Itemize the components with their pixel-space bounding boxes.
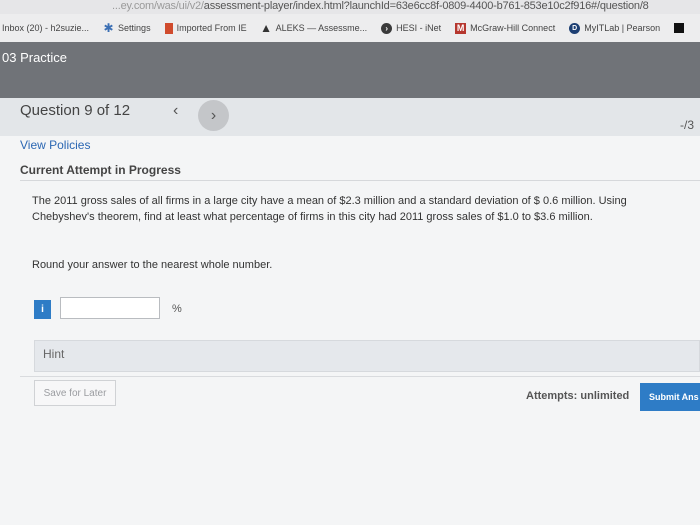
bookmark-label: Imported From IE (176, 23, 247, 33)
answer-input[interactable] (60, 297, 160, 319)
question-number: Question 9 of 12 (20, 102, 131, 119)
bookmark-hesi[interactable]: › HESI - iNet (381, 22, 442, 34)
view-policies-link[interactable]: View Policies (20, 138, 90, 152)
bookmark-inbox[interactable]: Inbox (20) - h2suzie... (2, 23, 89, 33)
bookmark-folder-icon (674, 23, 685, 33)
next-question-button[interactable]: › (198, 100, 229, 131)
aleks-icon: ▲ (260, 21, 273, 35)
question-score: -/3 (679, 118, 694, 132)
assignment-title: 03 Practice (2, 50, 68, 65)
bookmark-mylab[interactable]: D MyITLab | Pearson (569, 22, 661, 34)
hesi-icon: › (381, 22, 393, 34)
bookmark-label: ALEKS — Assessme... (275, 23, 368, 33)
attempts-label: Attempts: unlimited (526, 390, 630, 402)
bookmark-more[interactable] (674, 23, 688, 33)
percent-unit: % (172, 303, 182, 315)
question-text: The 2011 gross sales of all firms in a l… (32, 195, 627, 223)
info-icon[interactable]: i (34, 300, 51, 319)
previous-question-icon[interactable]: ‹ (173, 102, 178, 120)
gear-icon: ✱ (103, 21, 114, 35)
attempt-status: Current Attempt in Progress (20, 163, 181, 177)
divider (20, 180, 700, 181)
bookmark-label: MyITLab | Pearson (584, 23, 661, 33)
bookmarks-bar: Inbox (20) - h2suzie... ✱ Settings Impor… (0, 14, 700, 43)
book-icon (164, 22, 173, 34)
browser-url-bar[interactable]: ...ey.com/was/ui/v2/assessment-player/in… (0, 0, 700, 14)
footer-divider (20, 376, 700, 377)
bookmark-settings[interactable]: ✱ Settings (103, 21, 151, 35)
submit-answer-button[interactable]: Submit Ans (640, 383, 700, 411)
bookmark-aleks[interactable]: ▲ ALEKS — Assessme... (260, 21, 368, 35)
bookmark-label: McGraw-Hill Connect (470, 23, 556, 33)
mcgraw-hill-icon: M (455, 22, 467, 34)
hint-section[interactable] (34, 340, 700, 372)
chevron-right-icon: › (210, 106, 217, 124)
bookmark-mcgraw-hill[interactable]: M McGraw-Hill Connect (455, 22, 556, 34)
rounding-instruction: Round your answer to the nearest whole n… (32, 259, 273, 271)
bookmark-label: Inbox (20) - h2suzie... (2, 23, 90, 33)
bookmark-label: HESI - iNet (396, 23, 442, 33)
mylab-icon: D (569, 22, 581, 34)
bookmark-imported-from-ie[interactable]: Imported From IE (164, 22, 247, 34)
hint-label[interactable]: Hint (43, 347, 64, 361)
save-for-later-button[interactable]: Save for Later (34, 380, 116, 406)
assignment-header (0, 42, 700, 98)
bookmark-label: Settings (118, 23, 151, 33)
url-text[interactable]: ...ey.com/was/ui/v2/assessment-player/in… (112, 0, 649, 12)
